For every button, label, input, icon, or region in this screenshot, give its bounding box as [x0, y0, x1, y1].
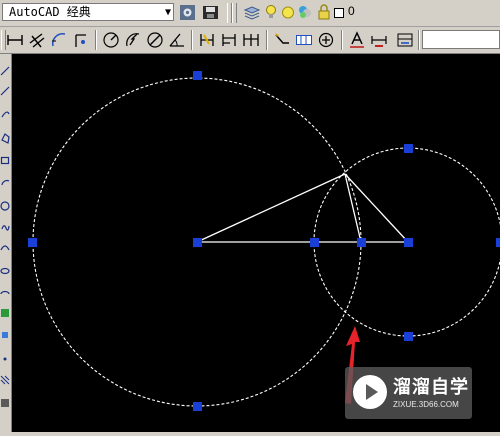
- bulb-icon[interactable]: [264, 3, 278, 22]
- dim-update-icon[interactable]: [395, 30, 414, 49]
- linear-dim-icon[interactable]: [5, 30, 24, 49]
- ellipse-icon[interactable]: [0, 267, 10, 275]
- spline-icon[interactable]: [0, 245, 10, 251]
- grip-handle[interactable]: [357, 238, 366, 247]
- toolbar-separator: [266, 30, 268, 50]
- watermark-url: ZIXUE.3D66.COM: [393, 400, 459, 409]
- tolerance-icon[interactable]: [294, 30, 313, 49]
- polygon-icon[interactable]: [1, 133, 10, 144]
- toolbar-separator: [341, 30, 343, 50]
- color-icon[interactable]: [296, 3, 313, 22]
- toolbar-grip[interactable]: [232, 3, 237, 23]
- watermark: 溜溜自学 ZIXUE.3D66.COM: [345, 367, 472, 419]
- toolbar-separator: [95, 30, 97, 50]
- quick-dim-icon[interactable]: [197, 30, 216, 49]
- angular-icon[interactable]: [167, 30, 186, 49]
- sun-icon[interactable]: [280, 3, 295, 22]
- grip-handle[interactable]: [496, 238, 500, 247]
- grip-handle[interactable]: [193, 238, 202, 247]
- leader-icon[interactable]: [272, 30, 291, 49]
- save-icon[interactable]: [201, 3, 220, 22]
- triangle-side-middle[interactable]: [344, 173, 362, 243]
- rectangle-icon[interactable]: [0, 156, 10, 165]
- grip-handle[interactable]: [404, 332, 413, 341]
- grip-handle[interactable]: [193, 402, 202, 411]
- grip-handle[interactable]: [404, 238, 413, 247]
- play-logo-icon: [353, 375, 387, 409]
- ellipse-arc-icon[interactable]: [0, 290, 10, 295]
- workspace-select[interactable]: AutoCAD 经典 ▼: [2, 3, 174, 21]
- workspace-toolbar: AutoCAD 经典 ▼ 0: [0, 0, 500, 27]
- radius-icon[interactable]: [101, 30, 120, 49]
- jogged-icon[interactable]: [123, 30, 142, 49]
- toolbar-separator: [191, 30, 193, 50]
- grip-handle[interactable]: [404, 144, 413, 153]
- dim-edit-icon[interactable]: [347, 30, 366, 49]
- insert-block-icon[interactable]: [1, 309, 9, 317]
- ordinate-icon[interactable]: [71, 30, 90, 49]
- continue-icon[interactable]: [241, 30, 260, 49]
- color-square-icon[interactable]: [332, 3, 345, 22]
- properties-icon[interactable]: [178, 3, 197, 22]
- draw-toolbar: [0, 54, 12, 432]
- layer-manager-icon[interactable]: [242, 3, 261, 22]
- baseline-icon[interactable]: [219, 30, 238, 49]
- polyline-icon[interactable]: [1, 111, 10, 118]
- arc-icon[interactable]: [1, 179, 10, 186]
- chevron-down-icon[interactable]: ▼: [165, 5, 171, 21]
- make-block-icon[interactable]: [2, 332, 8, 338]
- dim-text-edit-icon[interactable]: [369, 30, 388, 49]
- aligned-dim-icon[interactable]: [27, 30, 46, 49]
- arc-length-icon[interactable]: [49, 30, 68, 49]
- grip-handle[interactable]: [28, 238, 37, 247]
- layer-name[interactable]: 0: [348, 4, 355, 18]
- revcloud-icon[interactable]: [1, 225, 10, 231]
- grip-handle[interactable]: [310, 238, 319, 247]
- triangle-side-right[interactable]: [344, 173, 409, 243]
- watermark-title: 溜溜自学: [393, 377, 469, 397]
- circle-icon[interactable]: [0, 201, 10, 211]
- line-icon[interactable]: [0, 66, 10, 76]
- xline-icon[interactable]: [0, 86, 10, 96]
- workspace-select-value: AutoCAD 经典: [9, 5, 91, 19]
- draw-toolbar-icons: [0, 66, 10, 407]
- toolbar-separator: [418, 30, 420, 50]
- grip-handle[interactable]: [193, 71, 202, 80]
- center-mark-icon[interactable]: [316, 30, 335, 49]
- gradient-icon[interactable]: [1, 399, 9, 407]
- diameter-icon[interactable]: [145, 30, 164, 49]
- dimension-style-select[interactable]: [422, 30, 500, 49]
- triangle-side-left[interactable]: [196, 173, 346, 243]
- point-icon[interactable]: [3, 357, 7, 361]
- hatch-icon[interactable]: [0, 375, 10, 385]
- lock-icon[interactable]: [316, 3, 331, 22]
